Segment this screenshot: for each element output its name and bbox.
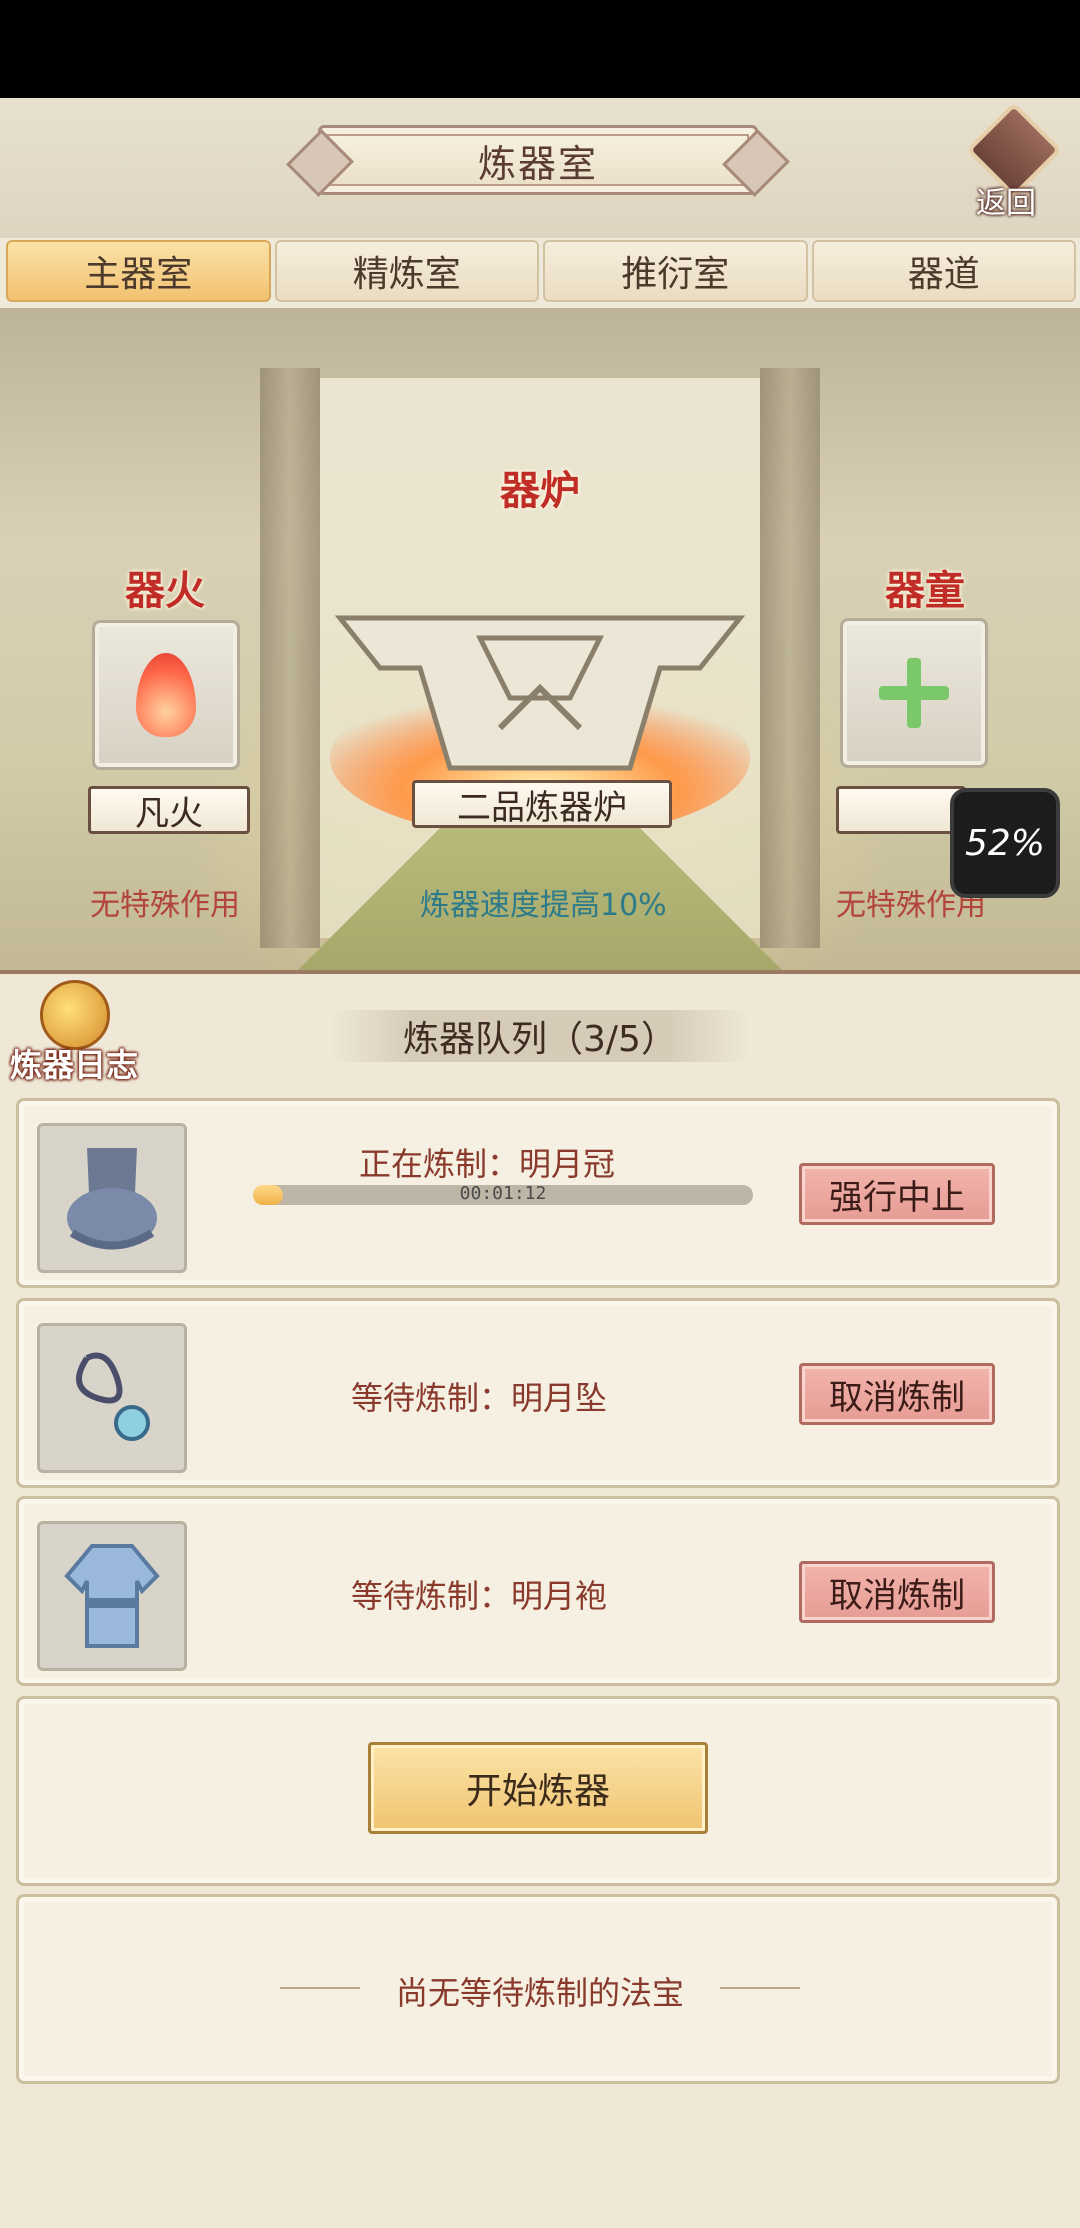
queue-item: 正在炼制：明月冠 00:01:12 强行中止: [16, 1098, 1060, 1288]
tab-derive-room[interactable]: 推衍室: [543, 240, 808, 302]
page-title: 炼器室: [318, 125, 758, 195]
robe-icon: [37, 1521, 187, 1671]
queue-item-status: 等待炼制：明月袍: [351, 1577, 608, 1615]
tab-main-room[interactable]: 主器室: [6, 240, 271, 302]
start-forge-button[interactable]: 开始炼器: [368, 1742, 708, 1834]
fire-slot[interactable]: [92, 620, 240, 770]
force-stop-button[interactable]: 强行中止: [799, 1163, 995, 1225]
queue-title-text: 炼器队列（3/5）: [403, 1019, 677, 1060]
tab-label: 精炼室: [352, 254, 461, 295]
forge-log-label: 炼器日志: [10, 1046, 139, 1084]
furnace-heading: 器炉: [500, 468, 580, 514]
forge-log-button[interactable]: 炼器日志: [10, 980, 150, 1090]
fire-effect: 无特殊作用: [90, 888, 240, 923]
servant-slot[interactable]: [840, 618, 988, 768]
tab-artifact-way[interactable]: 器道: [811, 240, 1076, 302]
servant-name-ribbon: [836, 786, 966, 834]
queue-item-status: 等待炼制：明月坠: [351, 1379, 608, 1417]
start-forge-label: 开始炼器: [465, 1771, 610, 1812]
cancel-forge-button[interactable]: 取消炼制: [799, 1561, 995, 1623]
flame-icon: [136, 653, 196, 737]
cancel-forge-button[interactable]: 取消炼制: [799, 1363, 995, 1425]
queue-item: 等待炼制：明月坠 取消炼制: [16, 1298, 1060, 1488]
pendant-icon: [37, 1323, 187, 1473]
hat-icon: [37, 1123, 187, 1273]
furnace-name-ribbon: 二品炼器炉: [412, 780, 672, 828]
queue-title: 炼器队列（3/5）: [330, 1010, 750, 1062]
queue-item-status: 正在炼制：明月冠: [359, 1145, 616, 1183]
percent-text: 52%: [964, 822, 1045, 864]
tab-refine-room[interactable]: 精炼室: [274, 240, 539, 302]
forge-scene: 器炉 器火 器童 凡火 二品炼器炉 无特殊作用 炼器速度提高10% 无特殊作用: [0, 308, 1080, 970]
back-label: 返回: [976, 186, 1036, 221]
fire-heading: 器火: [125, 568, 205, 614]
furnace-effect: 炼器速度提高10%: [420, 888, 667, 923]
status-bar: [0, 0, 1080, 98]
back-button[interactable]: 返回: [960, 101, 1070, 221]
servant-heading: 器童: [885, 568, 965, 614]
page-title-text: 炼器室: [477, 141, 598, 186]
empty-queue-text: 尚无等待炼制的法宝: [395, 1974, 684, 2012]
tab-label: 主器室: [84, 254, 193, 295]
cancel-forge-label: 取消炼制: [829, 1377, 965, 1418]
pillar: [760, 368, 820, 948]
force-stop-label: 强行中止: [829, 1177, 965, 1218]
cancel-forge-label: 取消炼制: [829, 1575, 965, 1616]
furnace-name: 二品炼器炉: [457, 787, 627, 828]
forge-timer: 00:01:12: [459, 1183, 547, 1204]
queue-item: 等待炼制：明月袍 取消炼制: [16, 1496, 1060, 1686]
tab-bar: 主器室 精炼室 推衍室 器道: [6, 240, 1076, 304]
floating-percent-badge[interactable]: 52%: [950, 788, 1060, 898]
pillar: [260, 368, 320, 948]
fire-name-ribbon: 凡火: [88, 786, 250, 834]
plus-icon: [879, 658, 949, 728]
tab-label: 推衍室: [621, 254, 730, 295]
tab-label: 器道: [907, 254, 980, 295]
fire-name: 凡火: [135, 793, 203, 834]
